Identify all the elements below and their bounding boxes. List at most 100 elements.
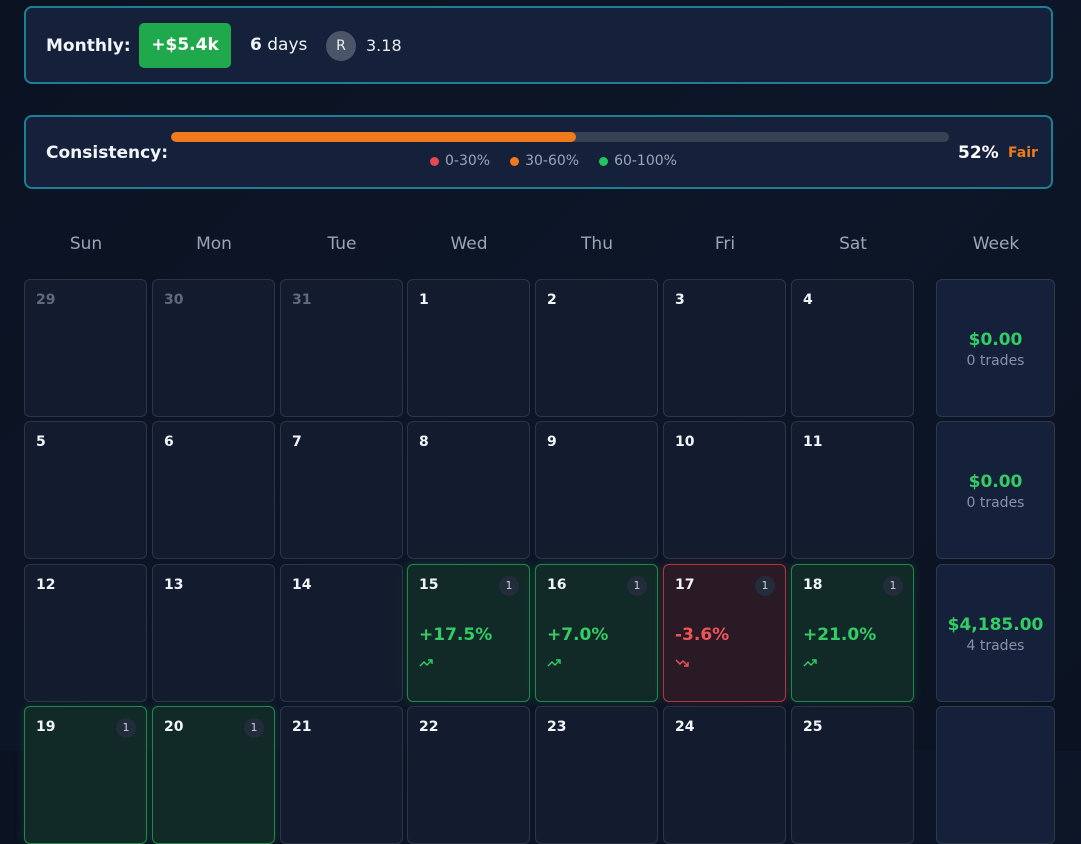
day-number: 23 <box>547 719 567 735</box>
calendar-day-cell[interactable]: 17 1 -3.6% <box>663 564 786 702</box>
legend-item: 0-30% <box>430 153 490 169</box>
consistency-progress-bar <box>171 132 949 142</box>
week-summary-card[interactable]: $4,185.00 4 trades <box>936 564 1055 702</box>
calendar-day-cell[interactable]: 15 1 +17.5% <box>407 564 530 702</box>
day-number: 2 <box>547 292 557 308</box>
consistency-label: Consistency: <box>46 143 169 163</box>
trend-up-icon <box>419 653 433 667</box>
week-amount: $0.00 <box>968 330 1023 350</box>
day-return: +7.0% <box>547 625 609 645</box>
day-number: 29 <box>36 292 56 308</box>
day-number: 18 <box>803 577 823 593</box>
trade-count-badge: 1 <box>244 718 264 738</box>
week-trade-count: 0 trades <box>966 353 1025 369</box>
day-number: 7 <box>292 434 302 450</box>
day-number: 8 <box>419 434 429 450</box>
weekday-header-2: Tue <box>327 234 357 254</box>
legend-dot-icon <box>430 156 439 166</box>
trade-count-badge: 1 <box>499 576 519 596</box>
calendar-day-cell[interactable]: 24 <box>663 706 786 844</box>
calendar-day-cell[interactable]: 5 <box>24 421 147 559</box>
calendar-day-cell[interactable]: 10 <box>663 421 786 559</box>
calendar-day-cell[interactable]: 25 <box>791 706 914 844</box>
day-number: 4 <box>803 292 813 308</box>
weekday-header-0: Sun <box>69 234 103 254</box>
trade-count-badge: 1 <box>883 576 903 596</box>
day-return: +17.5% <box>419 625 493 645</box>
day-number: 20 <box>164 719 184 735</box>
calendar-day-cell[interactable]: 2 <box>535 279 658 417</box>
day-number: 10 <box>675 434 695 450</box>
legend-label: 60-100% <box>614 153 677 169</box>
legend-item: 60-100% <box>599 153 677 169</box>
legend-label: 0-30% <box>445 153 491 169</box>
consistency-percent: 52% <box>958 143 999 163</box>
week-trade-count: 4 trades <box>966 638 1025 654</box>
calendar-day-cell[interactable]: 31 <box>280 279 403 417</box>
legend-dot-icon <box>599 156 609 166</box>
consistency-rating: Fair <box>1008 145 1038 161</box>
day-number: 15 <box>419 577 439 593</box>
week-summary-card[interactable] <box>936 706 1055 844</box>
calendar-day-cell[interactable]: 29 <box>24 279 147 417</box>
trend-up-icon <box>803 653 817 667</box>
calendar-day-cell[interactable]: 13 <box>152 564 275 702</box>
day-number: 5 <box>36 434 46 450</box>
trade-count-badge: 1 <box>116 718 136 738</box>
calendar-day-cell[interactable]: 11 <box>791 421 914 559</box>
calendar-day-cell[interactable]: 14 <box>280 564 403 702</box>
day-return: -3.6% <box>675 625 730 645</box>
weekday-header-4: Thu <box>581 234 613 254</box>
calendar-day-cell[interactable]: 3 <box>663 279 786 417</box>
day-number: 11 <box>803 434 823 450</box>
legend-dot-icon <box>510 156 520 166</box>
calendar-day-cell[interactable]: 21 <box>280 706 403 844</box>
day-number: 13 <box>164 577 184 593</box>
day-number: 17 <box>675 577 695 593</box>
day-return: +21.0% <box>803 625 877 645</box>
week-summary-card[interactable]: $0.00 0 trades <box>936 421 1055 559</box>
day-number: 24 <box>675 719 695 735</box>
calendar-day-cell[interactable]: 18 1 +21.0% <box>791 564 914 702</box>
weekday-header-1: Mon <box>196 234 232 254</box>
calendar-day-cell[interactable]: 16 1 +7.0% <box>535 564 658 702</box>
day-number: 31 <box>292 292 312 308</box>
trade-count-badge: 1 <box>755 576 775 596</box>
calendar-day-cell[interactable]: 1 <box>407 279 530 417</box>
calendar-day-cell[interactable]: 30 <box>152 279 275 417</box>
calendar-day-cell[interactable]: 12 <box>24 564 147 702</box>
calendar-day-cell[interactable]: 4 <box>791 279 914 417</box>
weekday-header-3: Wed <box>450 234 488 254</box>
week-summary-card[interactable]: $0.00 0 trades <box>936 279 1055 417</box>
week-column-header: Week <box>972 234 1020 254</box>
consistency-progress-fill <box>171 132 576 142</box>
calendar-day-cell[interactable]: 19 1 <box>24 706 147 844</box>
monthly-summary-panel: Monthly: +$5.4k 6 days R 3.18 <box>24 6 1053 84</box>
day-number: 3 <box>675 292 685 308</box>
monthly-pnl-badge: +$5.4k <box>139 23 231 68</box>
calendar-day-cell[interactable]: 23 <box>535 706 658 844</box>
day-number: 25 <box>803 719 823 735</box>
day-number: 6 <box>164 434 174 450</box>
consistency-panel: Consistency: 0-30% 30-60% 60-100% 52% Fair <box>24 115 1053 189</box>
legend-label: 30-60% <box>525 153 580 169</box>
calendar-day-cell[interactable]: 9 <box>535 421 658 559</box>
calendar-day-cell[interactable]: 22 <box>407 706 530 844</box>
calendar-day-cell[interactable]: 8 <box>407 421 530 559</box>
week-amount: $4,185.00 <box>947 615 1044 635</box>
trading-days-count: 6 <box>250 35 262 55</box>
calendar-day-cell[interactable]: 20 1 <box>152 706 275 844</box>
week-trade-count: 0 trades <box>966 495 1025 511</box>
day-number: 16 <box>547 577 567 593</box>
day-number: 14 <box>292 577 312 593</box>
trend-down-icon <box>675 653 689 667</box>
ratio-avatar-icon: R <box>326 31 356 61</box>
trade-count-badge: 1 <box>627 576 647 596</box>
day-number: 9 <box>547 434 557 450</box>
calendar-day-cell[interactable]: 6 <box>152 421 275 559</box>
weekday-header-6: Sat <box>839 234 867 254</box>
calendar-day-cell[interactable]: 7 <box>280 421 403 559</box>
day-number: 21 <box>292 719 312 735</box>
legend-item: 30-60% <box>510 153 579 169</box>
trading-days-unit: days <box>267 35 308 55</box>
